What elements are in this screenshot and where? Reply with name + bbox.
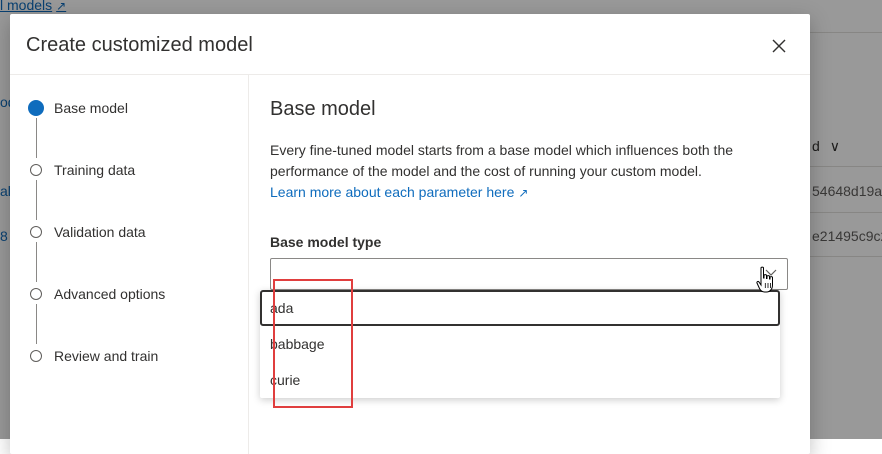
section-description: Every fine-tuned model starts from a bas…	[270, 140, 770, 204]
base-model-options-menu: ada babbage curie	[260, 290, 780, 398]
close-icon	[772, 39, 786, 53]
hand-cursor-icon	[756, 266, 773, 293]
option-babbage[interactable]: babbage	[260, 326, 780, 362]
external-link-icon: ↗	[518, 186, 529, 200]
dialog-title: Create customized model	[26, 34, 253, 56]
learn-more-link[interactable]: Learn more about each parameter here ↗	[270, 184, 528, 200]
step-label: Advanced options	[54, 286, 166, 302]
step-circle-icon	[30, 350, 42, 362]
section-title: Base model	[270, 98, 376, 120]
step-training-data[interactable]: Training data	[30, 159, 135, 181]
step-validation-data[interactable]: Validation data	[30, 221, 146, 243]
step-label: Training data	[54, 162, 136, 178]
step-base-model[interactable]: Base model	[28, 97, 128, 119]
step-connector	[36, 242, 37, 282]
close-button[interactable]	[766, 33, 792, 59]
step-label: Validation data	[54, 224, 146, 240]
step-connector	[36, 304, 37, 344]
step-active-icon	[28, 100, 44, 116]
base-model-type-dropdown[interactable]	[270, 258, 788, 290]
step-review-and-train[interactable]: Review and train	[30, 345, 158, 367]
dialog-header: Create customized model	[10, 14, 810, 75]
step-circle-icon	[30, 288, 42, 300]
step-label: Base model	[54, 100, 128, 116]
step-connector	[36, 118, 37, 158]
step-label: Review and train	[54, 348, 159, 364]
base-model-type-label: Base model type	[270, 234, 382, 250]
step-connector	[36, 180, 37, 220]
step-circle-icon	[30, 164, 42, 176]
step-circle-icon	[30, 226, 42, 238]
option-curie[interactable]: curie	[260, 362, 780, 398]
option-ada[interactable]: ada	[260, 290, 780, 326]
wizard-steps: Base model Training data Validation data…	[10, 74, 249, 454]
step-advanced-options[interactable]: Advanced options	[30, 283, 165, 305]
learn-more-text[interactable]: Learn more about each parameter here	[270, 184, 514, 200]
description-text: Every fine-tuned model starts from a bas…	[270, 142, 734, 179]
